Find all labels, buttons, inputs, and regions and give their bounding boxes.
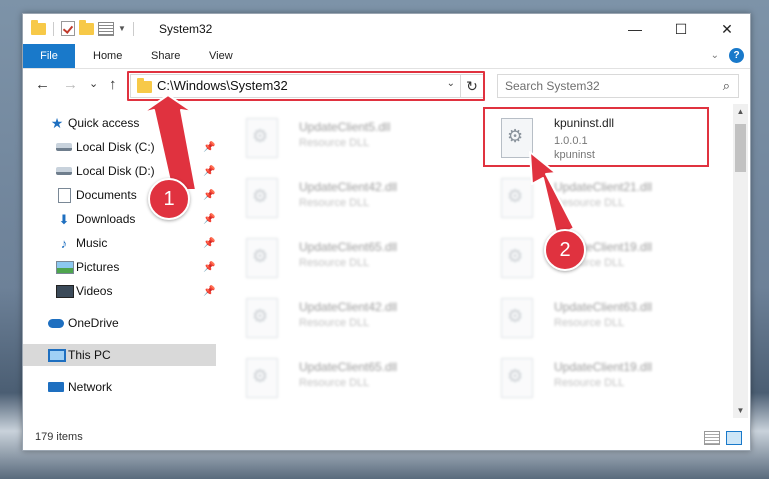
callout-badge-2: 2 xyxy=(544,229,586,271)
callout-arrows xyxy=(141,94,575,238)
arrow-2 xyxy=(529,151,575,238)
arrow-1 xyxy=(141,94,197,191)
callout-badge-1: 1 xyxy=(148,178,190,220)
